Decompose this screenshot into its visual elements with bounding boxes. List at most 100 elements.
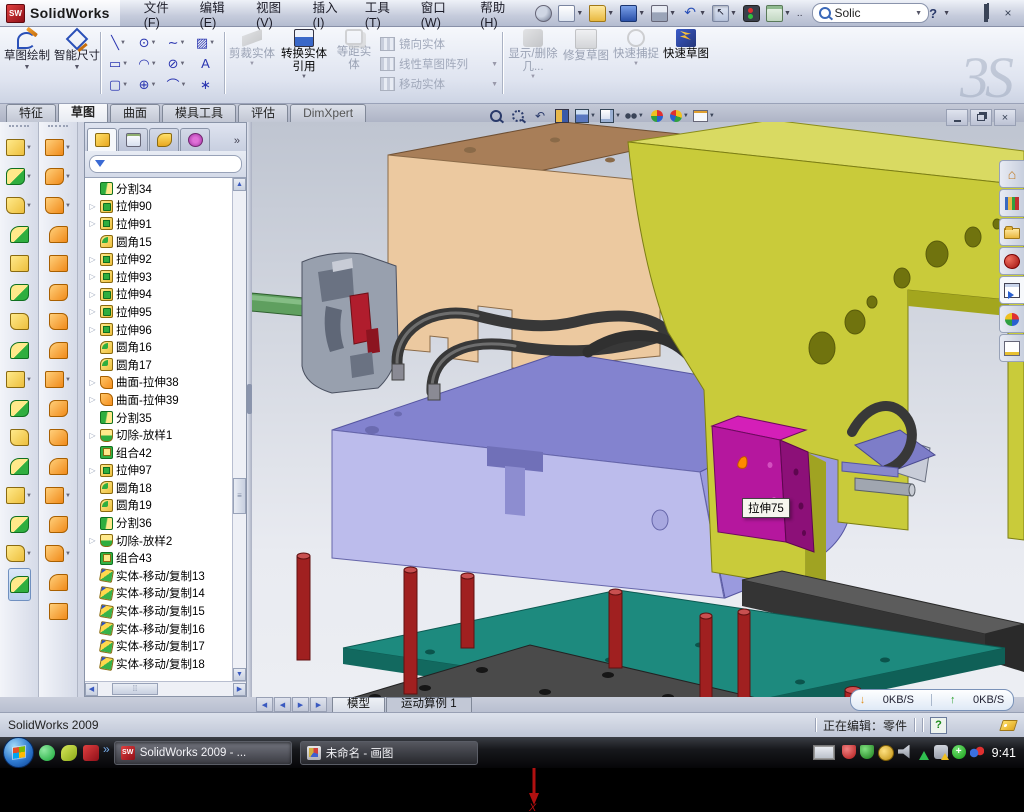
scrollbar-thumb[interactable] xyxy=(233,478,246,514)
tree-item-12[interactable]: ▷曲面-拉伸39 xyxy=(85,391,246,409)
revolved-surface-button[interactable]: ▼ xyxy=(45,162,71,191)
expand-arrow-icon[interactable]: ▷ xyxy=(88,255,97,264)
expand-arrow-icon[interactable]: ▷ xyxy=(88,325,97,334)
slot-dropdown-icon[interactable]: ▼ xyxy=(122,82,128,88)
tree-item-9[interactable]: 圆角16 xyxy=(85,338,246,356)
tree-item-23[interactable]: 实体-移动/复制14 xyxy=(85,585,246,603)
previous-view-button[interactable]: ↶ xyxy=(530,107,550,125)
help-button[interactable]: ? xyxy=(929,6,937,21)
fillet-button[interactable]: ▼ xyxy=(6,191,32,220)
menu-item-4[interactable]: 工具(T) xyxy=(355,0,411,32)
security-green-shield-tray-icon[interactable] xyxy=(860,745,874,759)
hscrollbar-thumb[interactable]: ⁞⁞ xyxy=(112,683,158,695)
badge-tray-icon[interactable] xyxy=(878,745,894,761)
linear-sketch-pattern-button[interactable]: 线性草图阵列 ▼ xyxy=(380,54,498,74)
menu-item-1[interactable]: 编辑(E) xyxy=(190,0,247,32)
ribbon-tab-4[interactable]: 评估 xyxy=(238,104,288,122)
ribbon-tab-0[interactable]: 特征 xyxy=(6,104,56,122)
extruded-boss-base-button[interactable]: ▼ xyxy=(6,133,32,162)
open-dropdown-icon[interactable]: ▼ xyxy=(607,10,614,17)
tree-item-15[interactable]: 组合42 xyxy=(85,444,246,462)
doc-minimize-button[interactable] xyxy=(946,109,968,126)
tree-item-25[interactable]: 实体-移动/复制16 xyxy=(85,620,246,638)
filled-surface-button[interactable]: ▼ xyxy=(45,481,71,510)
select-dropdown-icon[interactable]: ▼ xyxy=(730,10,737,17)
offset-surface-button[interactable] xyxy=(49,336,68,365)
scroll-down-button[interactable]: ▼ xyxy=(233,668,246,681)
antivirus-quicklaunch-icon[interactable] xyxy=(61,745,77,761)
arc-dropdown-icon[interactable]: ▼ xyxy=(151,61,157,67)
tree-item-0[interactable]: 分割34 xyxy=(85,180,246,198)
ruled-surface-button[interactable]: ▼ xyxy=(45,191,71,220)
scroll-up-button[interactable]: ▲ xyxy=(233,178,246,191)
replace-face-dropdown-icon[interactable]: ▼ xyxy=(65,551,71,557)
tree-item-10[interactable]: 圆角17 xyxy=(85,356,246,374)
rectangle-tool-button[interactable]: ▭▼ xyxy=(104,53,133,74)
ribbon-tab-1[interactable]: 草图 xyxy=(58,102,108,122)
filled-surface-dropdown-icon[interactable]: ▼ xyxy=(65,493,71,499)
tab-nav-last[interactable]: ▶ xyxy=(310,697,327,712)
panel-splitter[interactable] xyxy=(247,122,252,697)
display-delete-relations-button[interactable]: 显示/删除几... ▼ xyxy=(506,29,560,99)
tab-nav-next[interactable]: ▶ xyxy=(292,697,309,712)
line-tool-button[interactable]: ╲▼ xyxy=(104,32,133,53)
tree-horizontal-scrollbar[interactable]: ◀ ⁞⁞ ▶ xyxy=(85,681,246,696)
sketch-fillet-tool-button[interactable]: ⌒▼ xyxy=(162,74,191,95)
network-warning-tray-icon[interactable] xyxy=(934,745,948,759)
tree-item-2[interactable]: ▷拉伸91 xyxy=(85,215,246,233)
design-checker-button[interactable]: ▼ xyxy=(764,4,793,23)
hide-show-items-button[interactable]: ▼ xyxy=(624,107,645,125)
tree-item-6[interactable]: ▷拉伸94 xyxy=(85,286,246,304)
view-orientation-dropdown-icon[interactable]: ▼ xyxy=(615,113,621,119)
ellipse-dropdown-icon[interactable]: ▼ xyxy=(179,61,185,67)
hide-show-items-dropdown-icon[interactable]: ▼ xyxy=(638,113,644,119)
menu-item-2[interactable]: 视图(V) xyxy=(246,0,303,32)
tree-item-21[interactable]: 组合43 xyxy=(85,549,246,567)
expand-arrow-icon[interactable]: ▷ xyxy=(88,202,97,211)
quick-launch-chevron[interactable]: » xyxy=(103,742,110,756)
tree-item-5[interactable]: ▷拉伸93 xyxy=(85,268,246,286)
linear-pattern-dropdown-icon[interactable]: ▼ xyxy=(26,377,32,383)
delete-body-button[interactable]: ▼ xyxy=(6,481,32,510)
doc-close-button[interactable]: × xyxy=(994,109,1016,126)
health-green-plus-tray-icon[interactable] xyxy=(952,745,966,759)
zoom-area-button[interactable] xyxy=(508,107,528,125)
tree-filter-input[interactable] xyxy=(89,155,242,173)
help-dropdown-icon[interactable]: ▼ xyxy=(943,10,950,17)
toolbar-grip[interactable] xyxy=(48,125,68,131)
print-button[interactable]: ▼ xyxy=(649,4,678,23)
taskpane-tab-view-palette[interactable] xyxy=(999,276,1024,304)
move-entities-button[interactable]: 移动实体 ▼ xyxy=(380,74,498,94)
mirror-entities-button[interactable]: 镜向实体 xyxy=(380,34,498,54)
panel-expand-chevron[interactable]: » xyxy=(234,135,244,151)
zoom-fit-button[interactable] xyxy=(486,107,506,125)
tree-item-3[interactable]: 圆角15 xyxy=(85,233,246,251)
taskpane-tab-file-explorer[interactable] xyxy=(999,218,1024,246)
extruded-boss-base-dropdown-icon[interactable]: ▼ xyxy=(26,145,32,151)
combine-button[interactable] xyxy=(10,394,29,423)
tree-vertical-scrollbar[interactable]: ▲ ▼ xyxy=(232,178,246,681)
knit-surface-dropdown-icon[interactable]: ▼ xyxy=(65,377,71,383)
undo-button[interactable]: ↶▼ xyxy=(680,4,708,22)
thicken-button[interactable] xyxy=(49,394,68,423)
new-document-dropdown-icon[interactable]: ▼ xyxy=(576,10,583,17)
expand-arrow-icon[interactable]: ▷ xyxy=(88,395,97,404)
display-style-dropdown-icon[interactable]: ▼ xyxy=(590,113,596,119)
design-checker-dropdown-icon[interactable]: ▼ xyxy=(784,10,791,17)
expand-arrow-icon[interactable]: ▷ xyxy=(88,536,97,545)
tree-item-26[interactable]: 实体-移动/复制17 xyxy=(85,637,246,655)
tree-item-13[interactable]: 分割35 xyxy=(85,409,246,427)
model-gripper[interactable] xyxy=(302,253,398,393)
sync-blue-red-tray-icon[interactable] xyxy=(970,745,984,759)
help-question-icon[interactable]: ? xyxy=(930,717,947,734)
polygon-tool-button[interactable]: ⊕▼ xyxy=(133,74,162,95)
appearances-button[interactable] xyxy=(647,107,667,125)
tree-item-19[interactable]: 分割36 xyxy=(85,514,246,532)
scroll-left-button[interactable]: ◀ xyxy=(85,683,98,696)
select-button[interactable]: ↖▼ xyxy=(710,4,739,23)
linear-pattern-button[interactable]: ▼ xyxy=(6,365,32,394)
reference-geometry-button[interactable] xyxy=(10,510,29,539)
revolve-button[interactable] xyxy=(10,220,29,249)
restore-button[interactable] xyxy=(978,6,994,20)
tree-item-8[interactable]: ▷拉伸96 xyxy=(85,321,246,339)
